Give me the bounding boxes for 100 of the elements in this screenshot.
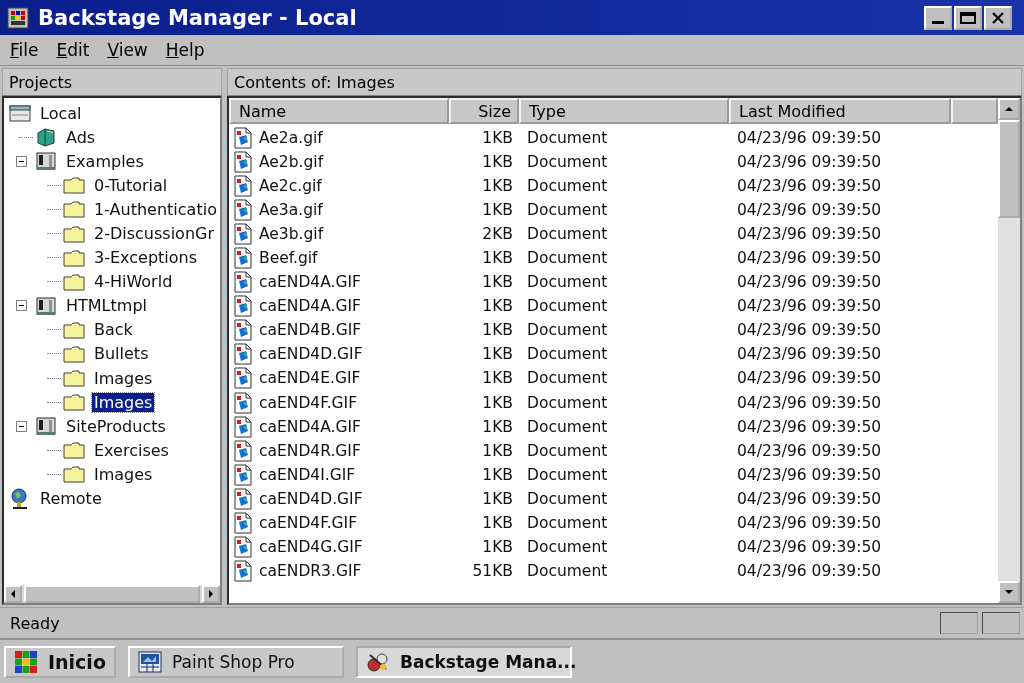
folder-icon <box>62 391 86 414</box>
table-cell-text: 1KB <box>481 537 514 556</box>
scroll-up-button[interactable] <box>998 98 1020 120</box>
table-cell-text: 1KB <box>481 177 514 196</box>
image-file-icon <box>233 319 253 342</box>
tree-item[interactable]: 4-HiWorld <box>92 272 175 292</box>
table-cell-text: 1KB <box>481 489 514 508</box>
column-header[interactable]: Last Modified <box>729 98 951 124</box>
file-name[interactable]: caEND4A.GIF <box>259 417 361 436</box>
scrollbar-thumb[interactable] <box>24 585 200 603</box>
tree-item[interactable]: Images <box>92 368 155 388</box>
collapse-button[interactable] <box>15 420 27 432</box>
tree-item[interactable]: SiteProducts <box>64 416 168 436</box>
file-name[interactable]: caEND4E.GIF <box>259 369 361 388</box>
tree-item[interactable]: 2-DiscussionGr <box>92 224 216 243</box>
server-icon <box>34 150 58 173</box>
file-name[interactable]: caEND4A.GIF <box>259 297 361 316</box>
table-cell-text: Document <box>526 129 609 147</box>
vertical-scrollbar[interactable] <box>998 98 1020 603</box>
menu-item[interactable]: View <box>101 38 154 62</box>
column-header[interactable]: Type <box>519 98 729 124</box>
server-icon <box>34 294 58 317</box>
tree-item[interactable]: Ads <box>64 127 98 147</box>
maximize-button[interactable] <box>954 5 982 30</box>
table-cell-text: Document <box>526 153 609 172</box>
tree-item[interactable]: HTMLtmpl <box>64 296 149 316</box>
tree-item[interactable]: 1-Authenticatio <box>92 199 219 219</box>
left-arrow-icon <box>9 590 17 598</box>
file-name[interactable]: Ae2a.gif <box>259 129 323 147</box>
tree-item[interactable]: Bullets <box>92 344 151 364</box>
table-cell-text: 1KB <box>481 297 514 316</box>
file-name[interactable]: caEND4R.GIF <box>259 441 361 460</box>
close-button[interactable] <box>984 5 1012 30</box>
tree-item[interactable]: Images <box>92 464 155 484</box>
scrollbar-thumb[interactable] <box>998 120 1020 218</box>
tree-item[interactable]: Examples <box>64 151 146 171</box>
tree-item[interactable]: Images <box>92 392 155 412</box>
file-name[interactable]: caEND4B.GIF <box>259 321 362 340</box>
file-name[interactable]: Ae3b.gif <box>259 225 324 244</box>
file-name[interactable]: caEND4A.GIF <box>259 273 361 292</box>
file-name[interactable]: Ae3a.gif <box>259 201 323 220</box>
column-header[interactable]: Size <box>449 98 519 124</box>
tree-item[interactable]: 0-Tutorial <box>92 175 170 195</box>
file-name[interactable]: caENDR3.GIF <box>259 561 362 580</box>
minimize-button[interactable] <box>924 5 952 30</box>
image-file-icon <box>233 487 253 510</box>
file-name[interactable]: caEND4I.GIF <box>259 465 356 484</box>
menu-item[interactable]: File <box>4 38 45 62</box>
table-cell-text: Document <box>526 201 609 220</box>
table-cell-text: 1KB <box>481 465 514 484</box>
table-cell-text: 1KB <box>481 153 514 172</box>
folder-icon <box>62 198 86 221</box>
table-cell-text: 04/23/96 09:39:50 <box>736 249 883 268</box>
table-cell-text: 04/23/96 09:39:50 <box>736 417 883 436</box>
column-header[interactable]: Name <box>229 98 449 124</box>
file-name[interactable]: Beef.gif <box>259 249 318 268</box>
file-name[interactable]: caEND4F.GIF <box>259 513 358 532</box>
table-cell-text: 51KB <box>471 561 514 580</box>
tree-item[interactable]: Back <box>92 320 135 340</box>
table-cell-text: Document <box>526 465 609 484</box>
image-file-icon <box>233 415 253 438</box>
collapse-button[interactable] <box>15 155 27 167</box>
tree-item[interactable]: 3-Exceptions <box>92 248 200 268</box>
taskbar-button[interactable]: Paint Shop Pro <box>128 645 344 678</box>
horizontal-scrollbar[interactable] <box>4 585 220 603</box>
folder-icon <box>62 463 86 486</box>
table-cell-text: Document <box>526 297 609 316</box>
tree-item[interactable]: Remote <box>38 489 104 509</box>
file-name[interactable]: Ae2c.gif <box>259 177 322 196</box>
scroll-right-button[interactable] <box>202 585 220 603</box>
collapse-button[interactable] <box>15 300 27 312</box>
table-cell-text: 1KB <box>481 369 514 388</box>
file-name[interactable]: caEND4G.GIF <box>259 537 363 556</box>
image-file-icon <box>233 247 253 270</box>
menu-item[interactable]: Edit <box>50 38 96 62</box>
file-name[interactable]: caEND4F.GIF <box>259 393 358 412</box>
folder-icon <box>62 367 86 390</box>
table-cell-text: 04/23/96 09:39:50 <box>736 441 883 460</box>
status-panel <box>982 612 1020 634</box>
scroll-left-button[interactable] <box>4 585 22 603</box>
tree-item[interactable]: Exercises <box>92 440 171 460</box>
folder-icon <box>62 343 86 365</box>
table-cell-text: 1KB <box>481 393 514 412</box>
table-cell-text: Document <box>526 393 609 412</box>
pane-header: Projects <box>2 68 222 96</box>
file-name[interactable]: caEND4D.GIF <box>259 345 363 364</box>
tree-item[interactable]: Local <box>38 103 84 123</box>
scroll-down-button[interactable] <box>998 581 1020 603</box>
drive-icon <box>8 102 32 125</box>
file-name[interactable]: Ae2b.gif <box>259 153 324 172</box>
start-button[interactable]: Inicio <box>4 645 116 678</box>
book-icon <box>34 126 58 149</box>
table-cell-text: Document <box>526 513 609 532</box>
window-title: Backstage Manager - Local <box>38 5 358 30</box>
menu-item[interactable]: Help <box>159 38 211 62</box>
column-header <box>951 98 998 124</box>
file-name[interactable]: caEND4D.GIF <box>259 489 363 508</box>
image-file-icon <box>233 391 253 414</box>
table-cell-text: 04/23/96 09:39:50 <box>736 177 883 196</box>
down-arrow-icon <box>1005 588 1013 596</box>
